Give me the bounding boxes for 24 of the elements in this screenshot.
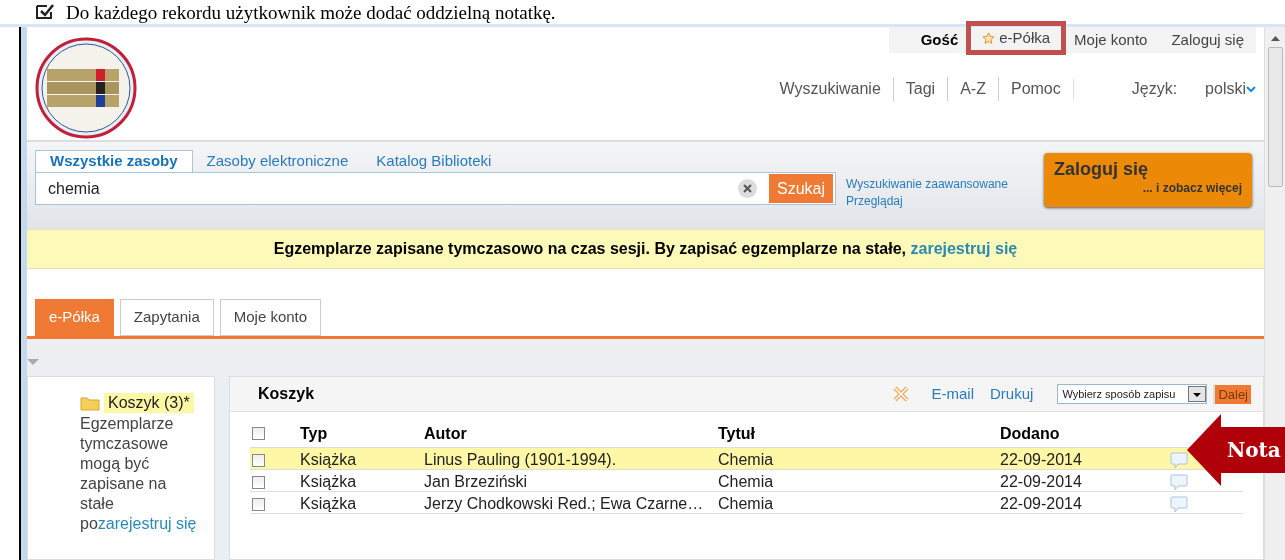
table-cell-text: Książka [300,450,358,470]
table-cell-text: Chemia [718,494,775,514]
table-cell-text: Linus Pauling (1901-1994). [424,450,618,470]
language-label: Język: [1131,79,1178,99]
table-cell-text: Chemia [718,472,775,492]
column-header: Dodano [1000,423,1061,444]
table-cell-text: Książka [300,472,358,492]
promo-title: Zaloguj się [1054,158,1150,180]
column-header: Autor [424,423,468,444]
table-cell-text: 22-09-2014 [1000,472,1083,492]
basket-title: Koszyk [258,384,315,404]
table-cell-text: 22-09-2014 [1000,494,1083,514]
table-cell-text: Jan Brzeziński [424,472,529,492]
caption-text: Do każdego rekordu użytkownik może dodać oddzielną notatkę. [66,2,556,22]
promo-subtitle: ... i zobacz więcej [1142,180,1242,196]
table-cell-text: Jerzy Chodkowski Red.; Ewa Czarne… [424,494,705,514]
column-header: Typ [300,423,329,444]
table-cell-text: 22-09-2014 [1000,450,1083,470]
table-cell-text: Chemia [718,450,775,470]
column-header: Tytuł [718,423,757,444]
table-cell-text: Książka [300,494,358,514]
sidebar-note: Egzemplarze tymczasowe mogą być zapisane na stałe pozarejestruj się [80,414,198,534]
user-name: Gość [919,29,960,50]
banner-text: Egzemplarze zapisane tymczasowo na czas sesji. By zapisać egzemplarze na stałe, zarejestruj się [273,239,1018,259]
